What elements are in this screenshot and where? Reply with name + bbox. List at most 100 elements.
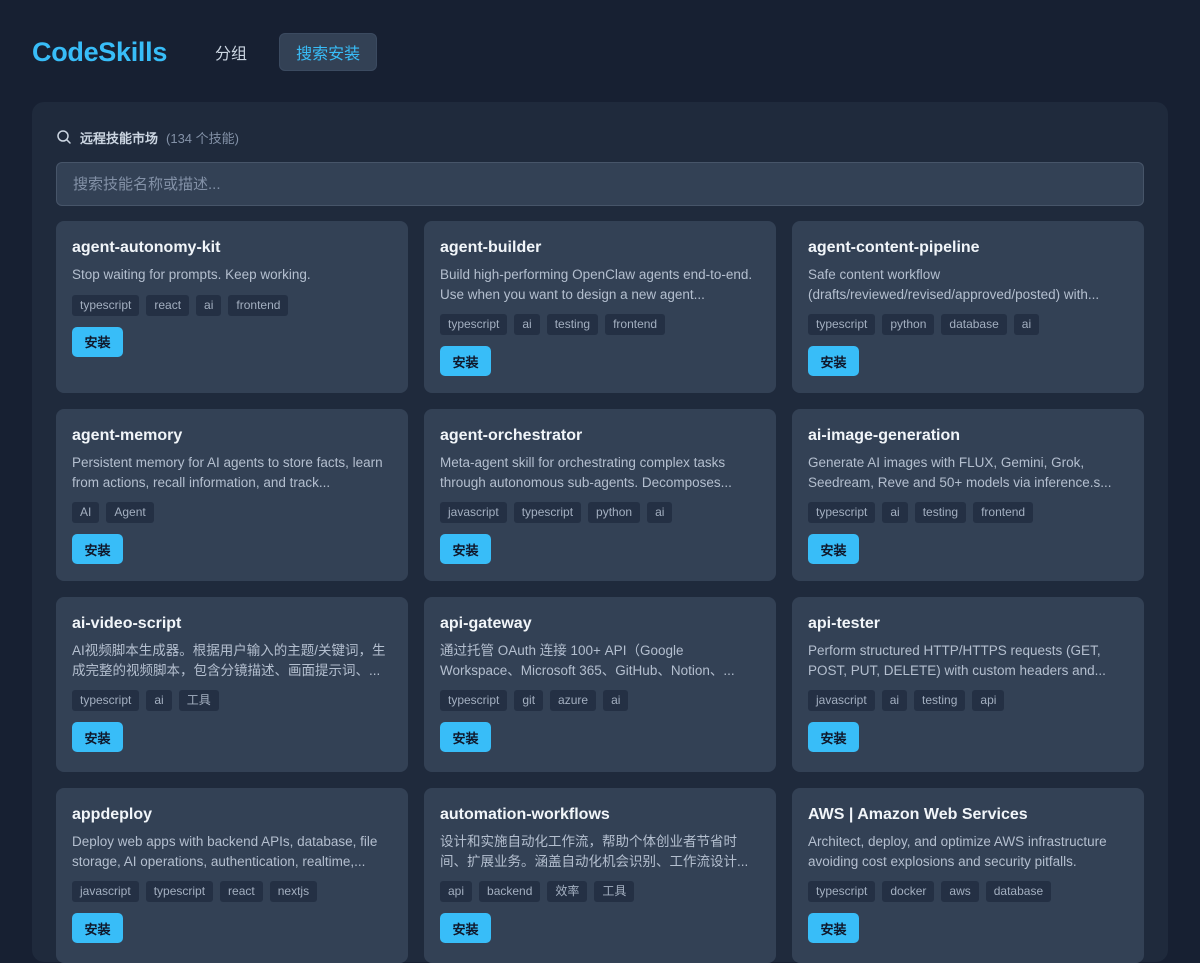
skill-tag: ai xyxy=(647,502,673,523)
skill-tag: react xyxy=(146,294,190,316)
nav-groups[interactable]: 分组 xyxy=(199,33,263,71)
skill-tags: typescript python database ai xyxy=(808,314,1128,335)
skill-tag: react xyxy=(220,881,263,902)
skill-tags: typescript docker aws database xyxy=(808,881,1128,902)
skill-tag: 工具 xyxy=(594,881,635,902)
install-button[interactable]: 安装 xyxy=(440,722,491,752)
skill-grid: agent-autonomy-kit Stop waiting for prom… xyxy=(56,221,1144,963)
skill-card[interactable]: agent-builder Build high-performing Open… xyxy=(424,221,776,393)
skill-tags: typescript react ai frontend xyxy=(72,294,392,316)
install-button[interactable]: 安装 xyxy=(808,346,859,376)
skill-tag: python xyxy=(588,502,641,523)
skill-card[interactable]: agent-autonomy-kit Stop waiting for prom… xyxy=(56,221,408,393)
skill-tag: database xyxy=(941,314,1007,335)
top-bar: CodeSkills 分组 搜索安装 xyxy=(32,32,378,72)
skill-tags: javascript typescript react nextjs xyxy=(72,881,392,902)
skill-tags: typescript ai testing frontend xyxy=(440,314,760,335)
skill-tag: typescript xyxy=(72,690,140,711)
skill-name: agent-memory xyxy=(72,427,183,444)
skill-name: agent-orchestrator xyxy=(440,427,583,444)
skill-tag: ai xyxy=(603,690,629,711)
skill-tag: typescript xyxy=(440,314,508,335)
skill-tag: javascript xyxy=(440,502,507,523)
install-button[interactable]: 安装 xyxy=(72,534,123,564)
skill-name: automation-workflows xyxy=(440,806,610,823)
skill-tags: api backend 效率 工具 xyxy=(440,881,760,902)
skill-tag: typescript xyxy=(145,881,214,902)
skill-tag: docker xyxy=(882,881,935,902)
skill-tag: ai xyxy=(196,294,222,316)
skill-tag: typescript xyxy=(808,314,876,335)
skill-tag: typescript xyxy=(440,690,508,711)
skill-tag: frontend xyxy=(228,294,289,316)
skill-tag: api xyxy=(972,690,1005,711)
skill-search-input[interactable] xyxy=(56,162,1144,206)
skill-description: Stop waiting for prompts. Keep working. xyxy=(72,267,311,282)
skill-name: appdeploy xyxy=(72,806,153,823)
install-button[interactable]: 安装 xyxy=(72,326,123,357)
market-title: 远程技能市场 xyxy=(80,130,159,146)
skill-tag: typescript xyxy=(513,502,582,523)
skill-tags: typescript ai 工具 xyxy=(72,690,392,711)
skill-tag: database xyxy=(985,881,1052,902)
install-button[interactable]: 安装 xyxy=(440,534,491,564)
app-logo[interactable]: CodeSkills xyxy=(32,37,167,68)
skill-card[interactable]: agent-memory Persistent memory for AI ag… xyxy=(56,409,408,581)
skill-description: AI视频脚本生成器。根据用户输入的主题/关键词，生成完整的视频脚本，包含分镜描述… xyxy=(72,643,386,678)
skill-name: AWS | Amazon Web Services xyxy=(808,806,1028,823)
skill-description: Deploy web apps with backend APIs, datab… xyxy=(72,834,378,869)
market-panel: 远程技能市场 (134 个技能) agent-autonomy-kit Stop… xyxy=(32,102,1168,963)
skill-card[interactable]: agent-orchestrator Meta-agent skill for … xyxy=(424,409,776,581)
skill-description: Persistent memory for AI agents to store… xyxy=(72,455,383,490)
install-button[interactable]: 安装 xyxy=(808,722,859,752)
skill-card[interactable]: api-tester Perform structured HTTP/HTTPS… xyxy=(792,597,1144,772)
skill-tag: ai xyxy=(146,690,172,711)
skill-tag: testing xyxy=(546,314,599,335)
skill-tag: typescript xyxy=(808,502,876,523)
skill-tag: javascript xyxy=(808,690,875,711)
skill-description: 设计和实施自动化工作流，帮助个体创业者节省时间、扩展业务。涵盖自动化机会识别、工… xyxy=(440,834,749,869)
skill-name: agent-autonomy-kit xyxy=(72,239,221,256)
skill-tag: ai xyxy=(1013,314,1040,335)
skill-tags: typescript git azure ai xyxy=(440,690,760,711)
install-button[interactable]: 安装 xyxy=(808,534,859,564)
skill-card[interactable]: ai-video-script AI视频脚本生成器。根据用户输入的主题/关键词，… xyxy=(56,597,408,772)
skill-tag: testing xyxy=(914,502,967,523)
skill-description: Safe content workflow (drafts/reviewed/r… xyxy=(808,267,1100,302)
skill-tag: AI xyxy=(72,502,100,523)
skill-tag: Agent xyxy=(106,502,154,523)
skill-description: Architect, deploy, and optimize AWS infr… xyxy=(808,834,1107,869)
skill-description: Build high-performing OpenClaw agents en… xyxy=(440,267,753,302)
skill-tag: nextjs xyxy=(269,881,318,902)
skill-description: 通过托管 OAuth 连接 100+ API（Google Workspace、… xyxy=(440,643,735,678)
skill-tag: ai xyxy=(881,690,908,711)
skill-tag: aws xyxy=(941,881,979,902)
skill-card[interactable]: api-gateway 通过托管 OAuth 连接 100+ API（Googl… xyxy=(424,597,776,772)
skill-tag: ai xyxy=(882,502,908,523)
skill-name: ai-image-generation xyxy=(808,427,961,444)
search-icon xyxy=(56,129,72,145)
skill-tag: testing xyxy=(914,690,966,711)
skill-description: Perform structured HTTP/HTTPS requests (… xyxy=(808,643,1106,678)
skill-card[interactable]: appdeploy Deploy web apps with backend A… xyxy=(56,788,408,963)
nav-search-install[interactable]: 搜索安装 xyxy=(279,33,378,71)
skill-tags: AI Agent xyxy=(72,502,392,523)
skill-tag: 工具 xyxy=(178,690,219,711)
skill-tag: backend xyxy=(479,881,541,902)
skill-tag: frontend xyxy=(973,502,1034,523)
skill-card[interactable]: ai-image-generation Generate AI images w… xyxy=(792,409,1144,581)
skill-name: ai-video-script xyxy=(72,615,182,632)
skill-description: Meta-agent skill for orchestrating compl… xyxy=(440,455,732,490)
skill-tag: javascript xyxy=(72,881,139,902)
install-button[interactable]: 安装 xyxy=(72,722,123,752)
skill-tag: git xyxy=(514,690,544,711)
skill-tag: azure xyxy=(550,690,597,711)
skill-card[interactable]: AWS | Amazon Web Services Architect, dep… xyxy=(792,788,1144,963)
skill-tag: typescript xyxy=(808,881,876,902)
skill-card[interactable]: agent-content-pipeline Safe content work… xyxy=(792,221,1144,393)
install-button[interactable]: 安装 xyxy=(440,346,491,376)
skill-tag: api xyxy=(440,881,473,902)
skill-card[interactable]: automation-workflows 设计和实施自动化工作流，帮助个体创业者… xyxy=(424,788,776,963)
skill-count: (134 个技能) xyxy=(166,130,239,146)
skill-tags: javascript typescript python ai xyxy=(440,502,760,523)
